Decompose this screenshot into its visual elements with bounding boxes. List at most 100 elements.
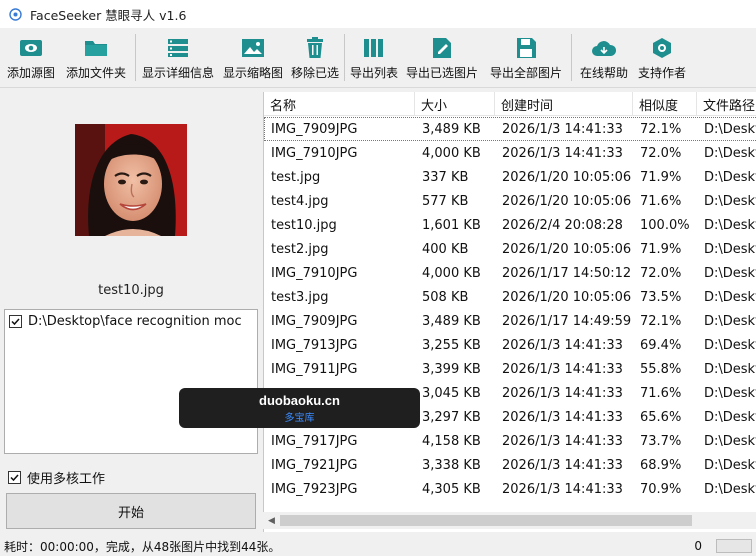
export-selected-icon [429, 36, 455, 60]
export-list-icon [361, 36, 387, 60]
source-path-list[interactable]: D:\Desktop\face recognition moc [4, 309, 258, 454]
cell-name: IMG_7909JPG [271, 313, 358, 329]
left-panel: test10.jpg D:\Desktop\face recognition m… [0, 89, 262, 532]
path-text: D:\Desktop\face recognition moc [28, 314, 242, 329]
cell-created: 2026/1/20 10:05:06 [502, 289, 632, 305]
cell-path: D:\Deskt [704, 241, 756, 257]
cell-similarity: 71.9% [640, 241, 682, 257]
show-details-button[interactable]: 显示详细信息 [139, 28, 217, 88]
table-row[interactable]: IMG_7909JPG 3,489 KB 2026/1/3 14:41:33 72.1… [264, 117, 756, 141]
column-header-name[interactable]: 名称 [264, 92, 415, 116]
cell-created: 2026/1/20 10:05:06 [502, 193, 632, 209]
cell-similarity: 68.9% [640, 457, 682, 473]
table-row[interactable]: test.jpg 337 KB 2026/1/20 10:05:06 71.9% D:\… [264, 165, 756, 189]
cell-name: IMG_7923JPG [271, 481, 358, 497]
cell-path: D:\Deskt [704, 193, 756, 209]
support-author-button[interactable]: 支持作者 [633, 28, 691, 88]
cell-created: 2026/1/17 14:50:12 [502, 265, 632, 281]
toolbar-separator [135, 34, 136, 81]
column-header-created[interactable]: 创建时间 [495, 92, 633, 116]
cell-path: D:\Deskt [704, 385, 756, 401]
cell-created: 2026/1/3 14:41:33 [502, 145, 623, 161]
cell-path: D:\Deskt [704, 337, 756, 353]
export-list-button[interactable]: 导出列表 [348, 28, 400, 88]
folder-icon [83, 36, 109, 60]
table-row[interactable]: test2.jpg 400 KB 2026/1/20 10:05:06 71.9% D:… [264, 237, 756, 261]
table-row[interactable]: IMG_7910JPG 4,000 KB 2026/1/3 14:41:33 72.0… [264, 141, 756, 165]
online-help-button[interactable]: 在线帮助 [575, 28, 633, 88]
export-all-images-button[interactable]: 导出全部图片 [484, 28, 568, 88]
table-row[interactable]: test3.jpg 508 KB 2026/1/20 10:05:06 73.5% D:… [264, 285, 756, 309]
cell-similarity: 73.7% [640, 433, 682, 449]
path-checkbox[interactable] [9, 315, 22, 328]
results-table[interactable]: 名称 大小 创建时间 相似度 文件路径 IMG_7909JPG 3,489 KB 2… [263, 92, 756, 532]
cell-similarity: 72.1% [640, 313, 682, 329]
cell-similarity: 71.9% [640, 169, 682, 185]
add-source-image-button[interactable]: 添加源图 [2, 28, 60, 88]
cell-size: 3,338 KB [422, 457, 481, 473]
cell-path: D:\Deskt [704, 145, 756, 161]
cloud-icon [591, 36, 617, 60]
cell-similarity: 73.5% [640, 289, 682, 305]
multicore-checkbox[interactable] [8, 471, 21, 484]
save-icon [513, 36, 539, 60]
start-button[interactable]: 开始 [6, 493, 256, 529]
cell-name: test3.jpg [271, 289, 329, 305]
table-row[interactable]: IMG_7921JPG 3,338 KB 2026/1/3 14:41:33 68.9… [264, 453, 756, 477]
table-row[interactable]: test4.jpg 577 KB 2026/1/20 10:05:06 71.6% D:… [264, 189, 756, 213]
watermark-name: 多宝库 [284, 412, 315, 424]
horizontal-scrollbar[interactable]: ◀ [263, 512, 756, 529]
table-body: IMG_7909JPG 3,489 KB 2026/1/3 14:41:33 72.1… [264, 117, 756, 501]
cell-size: 4,000 KB [422, 145, 481, 161]
column-header-size[interactable]: 大小 [415, 92, 495, 116]
path-list-item[interactable]: D:\Desktop\face recognition moc [5, 310, 257, 329]
support-badge-icon [649, 36, 675, 60]
multicore-option[interactable]: 使用多核工作 [8, 468, 105, 487]
cell-size: 3,297 KB [422, 409, 481, 425]
cell-size: 4,305 KB [422, 481, 481, 497]
status-count: 0 [694, 539, 702, 553]
table-row[interactable]: IMG_7909JPG 3,489 KB 2026/1/17 14:49:59 72.… [264, 309, 756, 333]
cell-size: 3,489 KB [422, 121, 481, 137]
cell-size: 508 KB [422, 289, 469, 305]
scroll-left-icon[interactable]: ◀ [263, 512, 280, 529]
cell-name: IMG_7909JPG [271, 121, 358, 137]
export-selected-images-button[interactable]: 导出已选图片 [400, 28, 484, 88]
cell-similarity: 71.6% [640, 193, 682, 209]
cell-size: 3,399 KB [422, 361, 481, 377]
scrollbar-thumb[interactable] [280, 515, 692, 526]
table-row[interactable]: test10.jpg 1,601 KB 2026/2/4 20:08:28 100.0… [264, 213, 756, 237]
cell-created: 2026/1/3 14:41:33 [502, 409, 623, 425]
cell-size: 1,601 KB [422, 217, 481, 233]
column-header-path[interactable]: 文件路径 [697, 92, 756, 116]
cell-name: IMG_7911JPG [271, 361, 358, 377]
cell-created: 2026/1/3 14:41:33 [502, 433, 623, 449]
add-folder-button[interactable]: 添加文件夹 [60, 28, 132, 88]
show-thumbnails-button[interactable]: 显示缩略图 [217, 28, 289, 88]
multicore-label: 使用多核工作 [27, 472, 106, 487]
table-row[interactable]: IMG_7910JPG 4,000 KB 2026/1/17 14:50:12 72.… [264, 261, 756, 285]
progress-bar [716, 539, 752, 553]
cell-created: 2026/1/20 10:05:06 [502, 169, 632, 185]
table-row[interactable]: IMG_7911JPG 3,399 KB 2026/1/3 14:41:33 55.8… [264, 357, 756, 381]
status-bar: 耗时：00:00:00，完成，从48张图片中找到44张。 0 [0, 536, 756, 556]
cell-name: test10.jpg [271, 217, 337, 233]
cell-name: test4.jpg [271, 193, 329, 209]
cell-size: 400 KB [422, 241, 469, 257]
remove-selected-button[interactable]: 移除已选 [289, 28, 341, 88]
table-row[interactable]: IMG_7913JPG 3,255 KB 2026/1/3 14:41:33 69.4… [264, 333, 756, 357]
cell-similarity: 72.0% [640, 265, 682, 281]
cell-similarity: 55.8% [640, 361, 682, 377]
cell-size: 3,255 KB [422, 337, 481, 353]
column-header-similarity[interactable]: 相似度 [633, 92, 697, 116]
cell-size: 3,489 KB [422, 313, 481, 329]
table-row[interactable]: IMG_7923JPG 4,305 KB 2026/1/3 14:41:33 70.9… [264, 477, 756, 501]
source-face-photo [75, 124, 187, 236]
cell-size: 337 KB [422, 169, 469, 185]
watermark-overlay: duobaoku.cn 多宝库 [179, 388, 420, 428]
cell-similarity: 65.6% [640, 409, 682, 425]
cell-size: 4,000 KB [422, 265, 481, 281]
table-row[interactable]: IMG_7917JPG 4,158 KB 2026/1/3 14:41:33 73.7… [264, 429, 756, 453]
toolbar: 添加源图 添加文件夹 显示详细信息 显示缩略图 移除已选 导出列表 导出已选图片… [0, 28, 756, 88]
cell-path: D:\Deskt [704, 265, 756, 281]
